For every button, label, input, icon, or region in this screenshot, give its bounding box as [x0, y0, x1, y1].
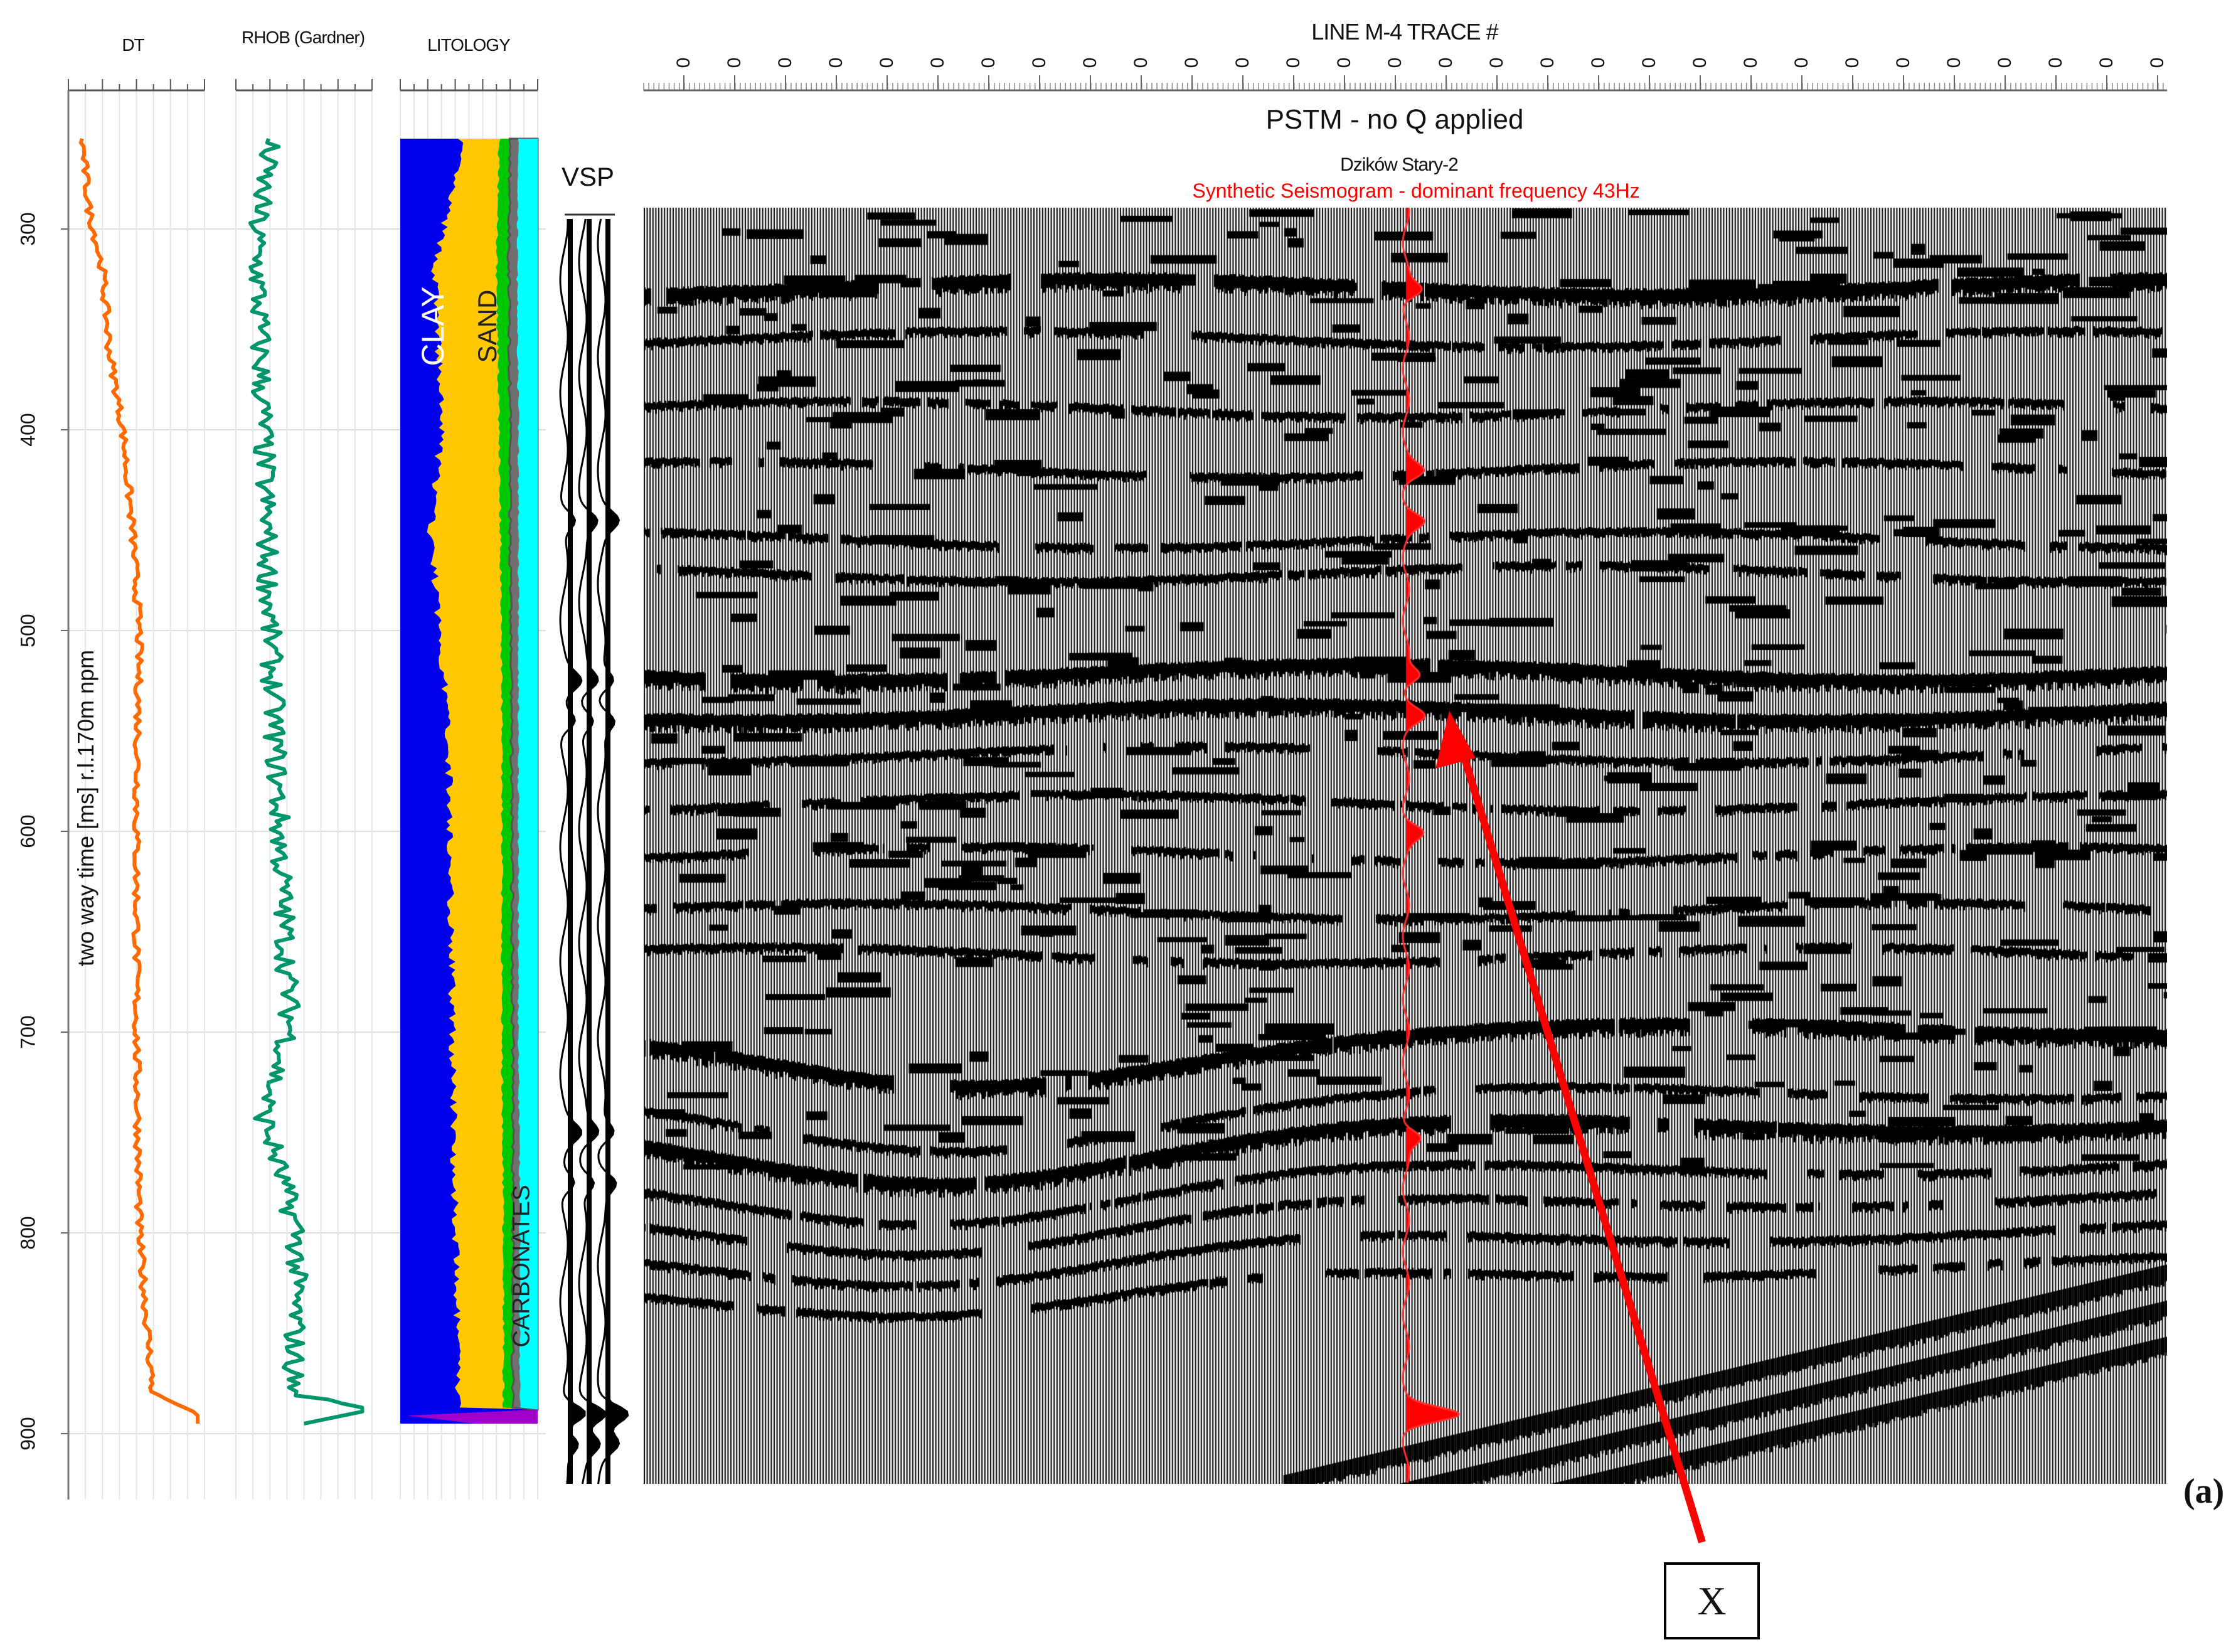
- well-name: Dzików Stary-2: [1340, 154, 1458, 176]
- trace-number-label: 0: [1639, 58, 1660, 68]
- trace-number-label: 0: [876, 58, 898, 68]
- trace-ruler: [640, 75, 2171, 94]
- panel-label: (a): [2183, 1471, 2224, 1511]
- trace-number-label: 0: [1690, 58, 1711, 68]
- y-tick-label: 400: [17, 413, 40, 446]
- trace-number-label: 0: [978, 58, 999, 68]
- trace-number-label: 0: [1740, 58, 1762, 68]
- trace-number-label: 0: [1232, 58, 1254, 68]
- y-tick-label: 600: [17, 814, 40, 848]
- trace-number-label: 0: [1537, 58, 1558, 68]
- synthetic-seismogram-label: Synthetic Seismogram - dominant frequenc…: [1192, 179, 1639, 203]
- trace-number-label: 0: [673, 58, 695, 68]
- trace-number-label: 0: [1944, 58, 1965, 68]
- trace-number-label: 0: [927, 58, 949, 68]
- trace-number-label: 0: [826, 58, 847, 68]
- y-tick-label: 900: [17, 1417, 40, 1450]
- vsp-label: VSP: [562, 162, 614, 192]
- section-title: PSTM - no Q applied: [1266, 104, 1524, 136]
- y-tick-label: 500: [17, 614, 40, 647]
- trace-number-label: 0: [1435, 58, 1457, 68]
- y-axis-label: two way time [ms] r.l.170m npm: [73, 650, 99, 966]
- carbonates-label: CARBONATES: [509, 1185, 536, 1347]
- trace-number-label: 0: [1842, 58, 1863, 68]
- trace-axis-title: LINE M-4 TRACE #: [1311, 19, 1498, 45]
- trace-number-label: 0: [1334, 58, 1355, 68]
- trace-number-label: 0: [1385, 58, 1406, 68]
- sand-label: SAND: [472, 290, 503, 363]
- trace-number-label: 0: [2147, 58, 2168, 68]
- trace-number-label: 0: [1080, 58, 1101, 68]
- dt-track-title: DT: [122, 35, 144, 55]
- trace-number-label: 0: [1283, 58, 1304, 68]
- trace-number-label: 0: [1131, 58, 1152, 68]
- trace-number-label: 0: [775, 58, 796, 68]
- marker-x-box: X: [1664, 1562, 1760, 1639]
- trace-number-label: 0: [724, 58, 745, 68]
- trace-number-label: 0: [1994, 58, 2016, 68]
- seismic-section: [644, 208, 2167, 1484]
- trace-number-label: 0: [1181, 58, 1203, 68]
- trace-number-label: 0: [1588, 58, 1609, 68]
- y-tick-label: 700: [17, 1015, 40, 1048]
- vsp-trace: [598, 219, 628, 1484]
- trace-number-label: 0: [2096, 58, 2117, 68]
- rhob-curve: [250, 139, 363, 1424]
- trace-number-label: 0: [1791, 58, 1813, 68]
- lithology-track-title: LITOLOGY: [427, 35, 510, 55]
- y-tick-label: 800: [17, 1216, 40, 1249]
- clay-label: CLAY: [415, 287, 451, 366]
- trace-number-label: 0: [1486, 58, 1508, 68]
- rhob-track-title: RHOB (Gardner): [242, 28, 365, 48]
- trace-number-label: 0: [2045, 58, 2067, 68]
- y-tick-label: 300: [17, 212, 40, 245]
- vsp-trace-fill: [605, 219, 628, 1484]
- trace-number-label: 0: [1029, 58, 1050, 68]
- trace-number-label: 0: [1893, 58, 1914, 68]
